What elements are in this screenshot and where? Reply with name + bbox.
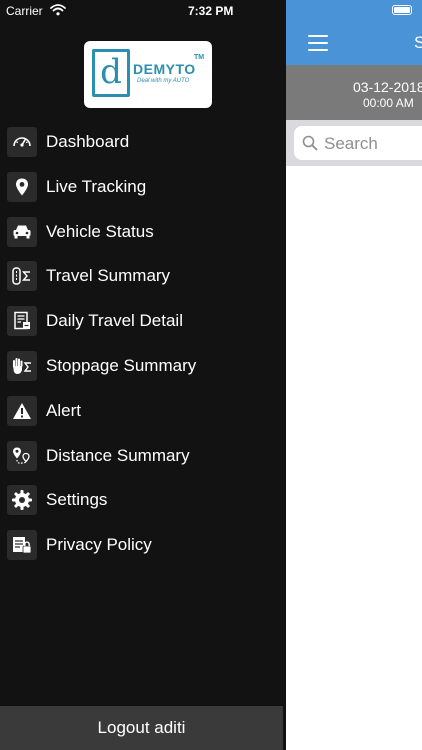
policy-lock-icon — [7, 530, 37, 561]
hamburger-menu-icon[interactable] — [308, 35, 328, 51]
menu-label: Vehicle Status — [46, 221, 154, 241]
menu-item-vehicle-status[interactable]: Vehicle Status — [0, 210, 286, 255]
hand-sum-icon — [7, 350, 37, 381]
route-sum-icon — [7, 261, 37, 292]
battery-icon — [392, 5, 412, 15]
search-bar: Search — [286, 120, 422, 166]
menu-item-distance-summary[interactable]: Distance Summary — [0, 434, 286, 479]
menu-label: Live Tracking — [46, 176, 147, 196]
side-drawer: Carrier 7:32 PM d DEMYTO TM Deal with my… — [0, 0, 286, 750]
menu-item-stoppage-summary[interactable]: Stoppage Summary — [0, 344, 286, 389]
time-text: 00:00 AM — [363, 96, 414, 110]
menu-item-dashboard[interactable]: Dashboard — [0, 120, 286, 165]
wifi-icon — [50, 4, 66, 16]
logout-button[interactable]: Logout aditi — [0, 706, 283, 750]
car-icon — [7, 216, 37, 247]
clock: 7:32 PM — [188, 4, 234, 18]
page-title: S — [414, 33, 422, 52]
document-icon — [7, 306, 37, 337]
menu-item-travel-summary[interactable]: Travel Summary — [0, 254, 286, 299]
logo-wordmark: DEMYTO — [133, 61, 196, 77]
date-range-bar[interactable]: 03-12-2018 00:00 AM — [286, 65, 422, 120]
date-text: 03-12-2018 — [353, 79, 422, 95]
map-pin-icon — [7, 171, 37, 202]
search-icon — [302, 135, 318, 151]
menu-label: Settings — [46, 490, 108, 510]
carrier-label: Carrier — [6, 4, 43, 18]
speedometer-icon — [7, 127, 37, 157]
menu-label: Dashboard — [46, 132, 130, 151]
logo-tagline: Deal with my AUTO — [137, 78, 190, 84]
menu-label: Daily Travel Detail — [46, 311, 183, 331]
warning-icon — [7, 395, 37, 426]
menu-item-daily-travel-detail[interactable]: Daily Travel Detail — [0, 299, 286, 344]
drawer-menu: Dashboard Live Tracking Vehicle Status T… — [0, 120, 286, 568]
menu-label: Stoppage Summary — [46, 355, 197, 375]
search-input[interactable]: Search — [294, 126, 422, 160]
search-placeholder: Search — [324, 134, 378, 153]
gear-icon — [7, 485, 37, 516]
menu-item-alert[interactable]: Alert — [0, 389, 286, 434]
menu-label: Distance Summary — [46, 445, 190, 465]
menu-label: Privacy Policy — [46, 535, 152, 555]
menu-label: Travel Summary — [46, 266, 171, 286]
menu-item-settings[interactable]: Settings — [0, 478, 286, 523]
menu-item-live-tracking[interactable]: Live Tracking — [0, 165, 286, 210]
distance-pins-icon — [7, 440, 37, 471]
logo-trademark: TM — [194, 54, 205, 61]
logo-mark: d — [92, 49, 130, 97]
app-logo: d DEMYTO TM Deal with my AUTO — [84, 41, 212, 108]
status-bar: Carrier 7:32 PM — [0, 0, 286, 20]
menu-label: Alert — [46, 400, 81, 420]
menu-item-privacy-policy[interactable]: Privacy Policy — [0, 523, 286, 568]
